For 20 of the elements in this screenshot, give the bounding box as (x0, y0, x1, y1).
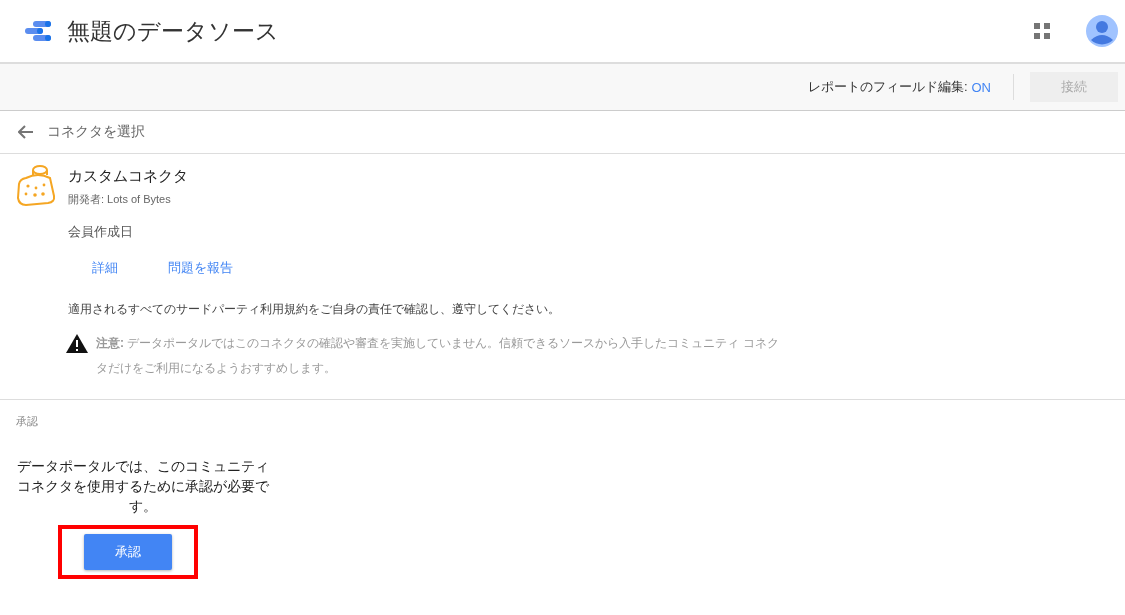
authorize-button[interactable]: 承認 (84, 534, 172, 570)
page-title: 無題のデータソース (67, 16, 279, 46)
avatar-icon[interactable] (1086, 15, 1118, 47)
section-title: 承認 (16, 414, 39, 429)
authorization-message: データポータルでは、このコミュニティコネクタを使用するために承認が必要です。 (16, 458, 270, 516)
developer-text: 開発者: Lots of Bytes (68, 192, 172, 207)
jar-icon (16, 164, 56, 206)
warning-icon (66, 334, 88, 353)
connector-link[interactable]: 問題を報告 (168, 259, 233, 277)
connector-name: カスタムコネクタ (68, 167, 188, 186)
apps-grid-icon[interactable] (1034, 23, 1050, 39)
field-editing-toggle[interactable]: ON (971, 79, 991, 95)
back-arrow-icon[interactable] (18, 125, 34, 139)
created-by-text: 会員作成日 (68, 223, 134, 241)
caution-text: 注意: データポータルではこのコネクタの確認や審査を実施していません。信頼できるソースから入手したコミュニティ コネクタだけをご利用になるようおすすめします。 (96, 335, 780, 377)
field-editing-label: レポートのフィールド編集: (807, 78, 968, 96)
back-link[interactable]: コネクタを選択 (47, 123, 145, 141)
connector-link[interactable]: 詳細 (92, 259, 118, 277)
logo-icon (25, 21, 53, 41)
terms-text: 適用されるすべてのサードパーティ利用規約をご自身の責任で確認し、遵守してください。 (68, 301, 561, 318)
